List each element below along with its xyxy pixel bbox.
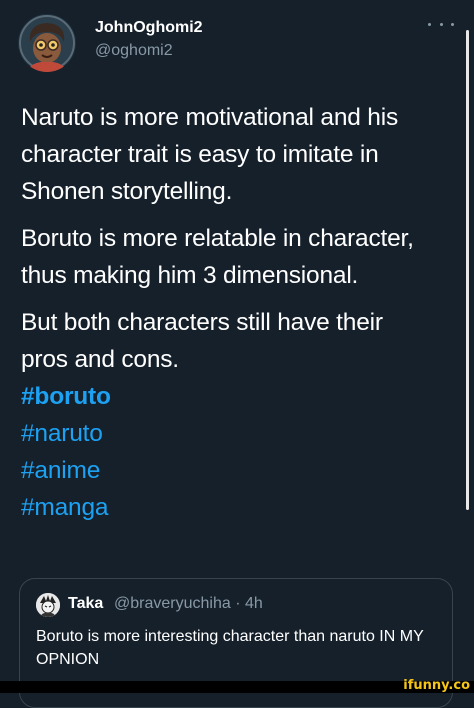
more-dot	[428, 22, 431, 26]
quote-author-avatar-icon[interactable]	[36, 593, 60, 617]
tweet-paragraph: Naruto is more motivational and his char…	[21, 99, 461, 210]
scrollbar[interactable]	[466, 30, 469, 510]
more-dot	[439, 22, 443, 26]
tweet-line: But both characters still have their	[21, 309, 383, 336]
tweet-line: Boruto is more relatable in character,	[21, 225, 414, 252]
tweet-line: Shonen storytelling.	[21, 178, 233, 205]
hashtag-link[interactable]: #naruto	[21, 415, 461, 452]
tweet-line: character trait is easy to imitate in	[21, 141, 379, 168]
author-display-name[interactable]: JohnOghomi2	[95, 19, 203, 37]
quote-text: Boruto is more interesting character tha…	[36, 628, 424, 668]
hashtag-link[interactable]: #manga	[21, 489, 461, 526]
tweet-line: thus making him 3 dimensional.	[21, 262, 359, 289]
author-avatar-icon[interactable]	[18, 14, 76, 72]
more-dots-icon[interactable]	[428, 18, 454, 30]
quote-author-meta: @braveryuchiha · 4h	[114, 595, 263, 612]
quote-author-name[interactable]: Taka	[68, 595, 103, 613]
author-handle[interactable]: @oghomi2	[95, 42, 173, 60]
more-dot	[451, 22, 454, 26]
hashtag-link[interactable]: #boruto	[21, 378, 461, 415]
tweet-line: Naruto is more motivational and his	[21, 104, 399, 131]
tweet-paragraph: But both characters still have their pro…	[21, 304, 461, 378]
tweet-paragraph: Boruto is more relatable in character, t…	[21, 220, 461, 294]
tweet-line: pros and cons.	[21, 346, 179, 373]
tweet-text: Naruto is more motivational and his char…	[21, 99, 461, 526]
ifunny-watermark: ifunny.co	[403, 678, 470, 693]
hashtag-link[interactable]: #anime	[21, 452, 461, 489]
